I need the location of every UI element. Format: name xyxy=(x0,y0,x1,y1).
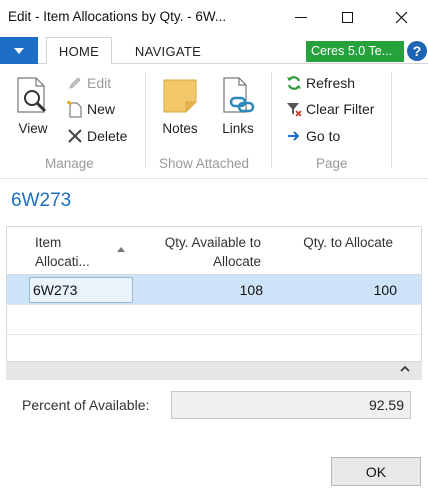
title-bar: Edit - Item Allocations by Qty. - 6W... xyxy=(0,0,428,34)
ok-button[interactable]: OK xyxy=(331,457,421,486)
help-icon[interactable]: ? xyxy=(407,41,427,61)
go-to-button[interactable]: Go to xyxy=(285,127,340,145)
close-button[interactable] xyxy=(378,0,424,34)
arrow-right-icon xyxy=(285,127,303,145)
links-button[interactable]: Links xyxy=(219,76,257,136)
refresh-button[interactable]: Refresh xyxy=(285,74,355,92)
qty-available-cell[interactable]: 108 xyxy=(137,275,263,305)
view-button[interactable]: View xyxy=(14,76,52,136)
percent-of-available-label: Percent of Available: xyxy=(22,397,150,413)
allocation-grid: Item Allocati... Qty. Available to Alloc… xyxy=(6,226,422,362)
column-header-qty-to-allocate[interactable]: Qty. to Allocate xyxy=(271,233,393,252)
delete-button[interactable]: Delete xyxy=(66,127,127,145)
column-header-item-allocation[interactable]: Item Allocati... xyxy=(35,233,127,271)
pencil-icon xyxy=(66,74,84,92)
row-selector[interactable] xyxy=(7,275,27,305)
minimize-button[interactable] xyxy=(278,0,324,34)
tab-navigate[interactable]: NAVIGATE xyxy=(122,37,214,65)
factbox-collapse-bar[interactable] xyxy=(6,362,422,380)
links-icon xyxy=(223,77,255,113)
notes-icon xyxy=(163,79,197,113)
edit-button[interactable]: Edit xyxy=(66,74,111,92)
view-label: View xyxy=(18,121,48,136)
edit-label: Edit xyxy=(87,75,112,91)
group-divider xyxy=(145,72,146,168)
clear-filter-icon xyxy=(285,100,303,118)
new-document-icon xyxy=(66,100,84,118)
ribbon-tabs: HOME NAVIGATE Ceres 5.0 Te... ? xyxy=(0,37,428,65)
go-to-label: Go to xyxy=(306,128,341,144)
window-title: Edit - Item Allocations by Qty. - 6W... xyxy=(8,9,227,24)
maximize-button[interactable] xyxy=(324,0,370,34)
sort-ascending-icon xyxy=(117,247,125,252)
maximize-icon xyxy=(341,11,353,23)
chevron-up-icon[interactable] xyxy=(400,365,410,373)
refresh-label: Refresh xyxy=(306,75,356,91)
group-divider xyxy=(391,72,392,168)
group-label-show-attached: Show Attached xyxy=(159,156,250,171)
ribbon: View Edit New Delete Manage Notes Links … xyxy=(0,64,428,179)
tab-home[interactable]: HOME xyxy=(46,37,112,65)
table-row-empty[interactable] xyxy=(7,305,421,335)
notes-label: Notes xyxy=(162,121,198,136)
percent-of-available-value: 92.59 xyxy=(171,391,411,419)
clear-filter-button[interactable]: Clear Filter xyxy=(285,100,374,118)
item-allocation-cell[interactable]: 6W273 xyxy=(29,277,133,303)
refresh-icon xyxy=(285,74,303,92)
group-label-manage: Manage xyxy=(45,156,94,171)
column-header-qty-available[interactable]: Qty. Available to Allocate xyxy=(137,233,261,271)
new-button[interactable]: New xyxy=(66,100,115,118)
delete-x-icon xyxy=(66,127,84,145)
clear-filter-label: Clear Filter xyxy=(306,101,375,117)
minimize-icon xyxy=(295,16,307,18)
grid-header: Item Allocati... Qty. Available to Alloc… xyxy=(7,227,421,275)
delete-label: Delete xyxy=(87,128,128,144)
application-menu-button[interactable] xyxy=(0,37,38,64)
close-icon xyxy=(395,11,407,23)
group-divider xyxy=(271,72,272,168)
qty-to-allocate-cell[interactable]: 100 xyxy=(271,275,397,305)
new-label: New xyxy=(87,101,116,117)
group-label-page: Page xyxy=(316,156,348,171)
company-badge[interactable]: Ceres 5.0 Te... xyxy=(306,41,404,62)
table-row[interactable]: 6W273 108 100 xyxy=(7,275,421,305)
chevron-down-icon xyxy=(14,47,24,54)
view-icon xyxy=(17,77,47,113)
links-label: Links xyxy=(222,121,254,136)
notes-button[interactable]: Notes xyxy=(161,76,199,136)
page-title: 6W273 xyxy=(11,190,72,211)
